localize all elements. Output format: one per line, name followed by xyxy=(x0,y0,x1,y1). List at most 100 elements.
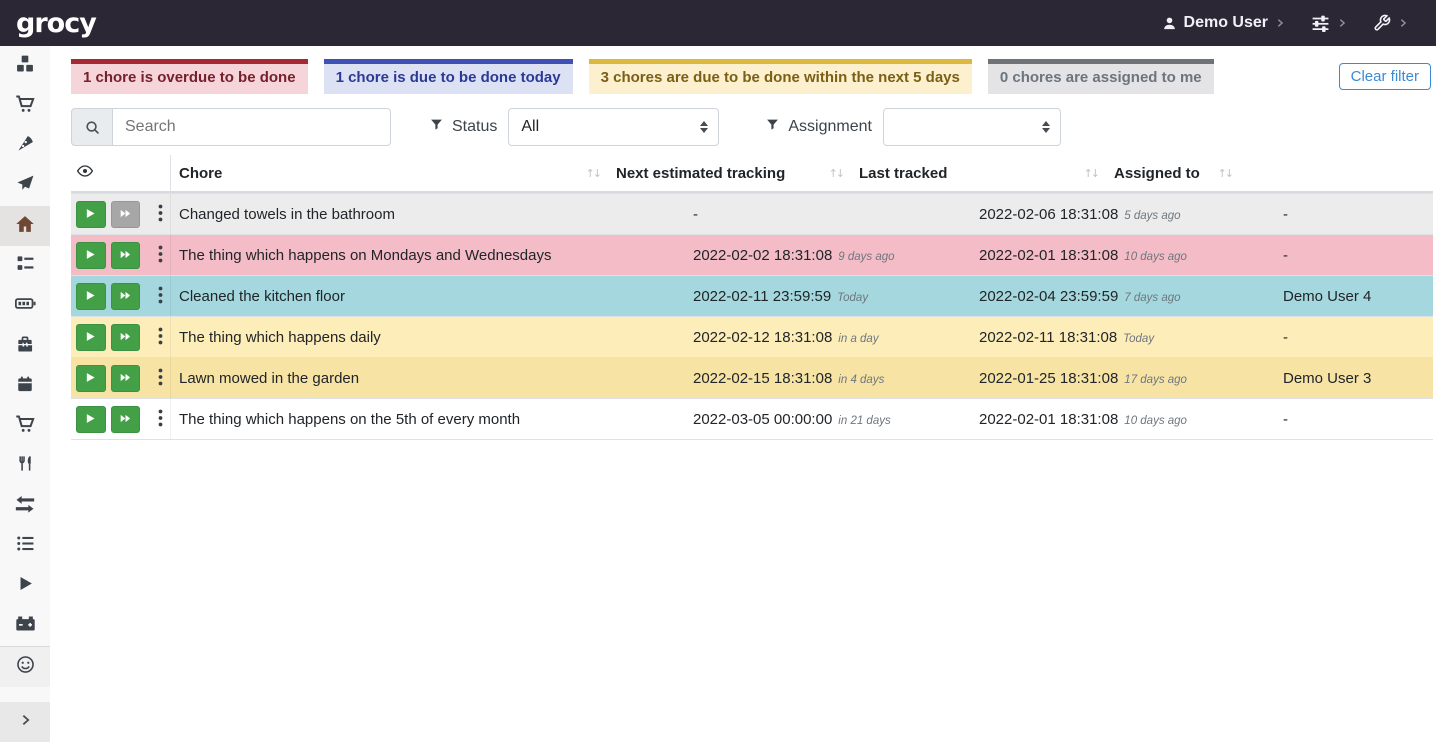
chevron-right-icon xyxy=(19,712,32,733)
track-chore-button[interactable] xyxy=(76,324,106,351)
list-icon xyxy=(16,534,35,558)
row-menu-button[interactable] xyxy=(152,324,168,351)
sidebar-item-chore-tracking[interactable] xyxy=(0,566,50,606)
last-tracked-relative: 17 days ago xyxy=(1124,374,1187,386)
calendar-icon xyxy=(16,375,34,398)
assigned-to-value: - xyxy=(1283,206,1288,223)
track-chore-button[interactable] xyxy=(76,406,106,433)
column-header-next-tracking[interactable]: Next estimated tracking↑↓ xyxy=(608,155,851,191)
last-tracked-relative: 7 days ago xyxy=(1124,292,1180,304)
settings-menu[interactable] xyxy=(1311,14,1347,33)
track-chore-button[interactable] xyxy=(76,242,106,269)
banner-overdue[interactable]: 1 chore is overdue to be done xyxy=(71,59,308,94)
sidebar-item-shopping-list[interactable] xyxy=(0,86,50,126)
sidebar-item-battery-tracking[interactable] xyxy=(0,606,50,646)
row-menu-button[interactable] xyxy=(152,201,168,228)
sidebar-item-transfer[interactable] xyxy=(0,486,50,526)
column-header-assigned-to[interactable]: Assigned to↑↓ xyxy=(1106,155,1240,191)
last-tracked-relative: 10 days ago xyxy=(1124,251,1187,263)
banner-due-soon[interactable]: 3 chores are due to be done within the n… xyxy=(589,59,972,94)
search-input[interactable] xyxy=(112,108,391,146)
row-menu-button[interactable] xyxy=(152,242,168,269)
ellipsis-vertical-icon xyxy=(158,368,163,389)
assigned-to-value: - xyxy=(1283,411,1288,428)
last-tracked-timestamp: 2022-02-01 18:31:08 xyxy=(979,247,1118,264)
sidebar-item-about[interactable] xyxy=(0,647,50,687)
sidebar-item-chores-overview[interactable] xyxy=(0,206,50,246)
track-chore-button[interactable] xyxy=(76,365,106,392)
status-select[interactable]: All xyxy=(508,108,719,146)
chevron-icon xyxy=(1398,16,1408,30)
play-icon xyxy=(85,207,96,222)
pizza-slice-icon xyxy=(16,134,35,158)
user-menu[interactable]: Demo User xyxy=(1162,14,1285,32)
last-tracked-relative: 5 days ago xyxy=(1124,210,1180,222)
play-icon xyxy=(17,575,34,597)
search-group xyxy=(71,108,391,146)
next-tracking-relative: in 21 days xyxy=(838,415,890,427)
row-menu-button[interactable] xyxy=(152,365,168,392)
skip-chore-button[interactable] xyxy=(111,242,141,269)
sidebar-item-stock-overview[interactable] xyxy=(0,46,50,86)
next-tracking-relative: in a day xyxy=(838,333,878,345)
column-header-chore[interactable]: Chore↑↓ xyxy=(171,155,608,191)
admin-menu[interactable] xyxy=(1373,14,1408,32)
status-banners: 1 chore is overdue to be done 1 chore is… xyxy=(71,59,1433,94)
assigned-to-value: - xyxy=(1283,247,1288,264)
skip-chore-button[interactable] xyxy=(111,201,141,228)
fast-forward-icon xyxy=(119,412,132,427)
last-tracked-timestamp: 2022-02-01 18:31:08 xyxy=(979,411,1118,428)
chevron-icon xyxy=(1275,16,1285,30)
ellipsis-vertical-icon xyxy=(158,409,163,430)
column-header-last-tracked[interactable]: Last tracked↑↓ xyxy=(851,155,1106,191)
search-icon xyxy=(71,108,112,146)
eye-icon xyxy=(77,163,93,183)
track-chore-button[interactable] xyxy=(76,283,106,310)
banner-assigned-to-me[interactable]: 0 chores are assigned to me xyxy=(988,59,1214,94)
ellipsis-vertical-icon xyxy=(158,327,163,348)
app-logo[interactable]: grocy xyxy=(16,8,96,39)
play-icon xyxy=(85,412,96,427)
fast-forward-icon xyxy=(119,330,132,345)
sidebar-item-batteries-overview[interactable] xyxy=(0,286,50,326)
sort-icon: ↑↓ xyxy=(823,167,843,180)
banner-due-today[interactable]: 1 chore is due to be done today xyxy=(324,59,573,94)
sidebar-item-recipes[interactable] xyxy=(0,126,50,166)
ellipsis-vertical-icon xyxy=(158,204,163,225)
table-row: The thing which happens on Mondays and W… xyxy=(71,234,1433,275)
sidebar-item-tasks[interactable] xyxy=(0,246,50,286)
wrench-icon xyxy=(1373,14,1391,32)
assignment-select[interactable] xyxy=(883,108,1061,146)
sidebar-item-calendar[interactable] xyxy=(0,366,50,406)
sidebar-item-consume[interactable] xyxy=(0,446,50,486)
home-icon xyxy=(15,214,35,239)
next-tracking-relative: 9 days ago xyxy=(838,251,894,263)
sidebar-spacer xyxy=(0,687,50,702)
shopping-cart-icon xyxy=(15,414,35,439)
sidebar-item-inventory[interactable] xyxy=(0,526,50,566)
assigned-to-value: Demo User 4 xyxy=(1283,288,1371,305)
chore-name: Lawn mowed in the garden xyxy=(179,370,359,387)
sidebar-item-meal-plan[interactable] xyxy=(0,166,50,206)
fast-forward-icon xyxy=(119,207,132,222)
sort-icon: ↑↓ xyxy=(1078,167,1098,180)
sidebar-item-purchase[interactable] xyxy=(0,406,50,446)
play-icon xyxy=(85,248,96,263)
main-content: Chores overview Journal 1 chore is overd… xyxy=(50,0,1436,440)
last-tracked-timestamp: 2022-02-04 23:59:59 xyxy=(979,288,1118,305)
track-chore-button[interactable] xyxy=(76,201,106,228)
assigned-to-value: Demo User 3 xyxy=(1283,370,1371,387)
column-visibility-toggle[interactable] xyxy=(71,155,171,191)
clear-filter-button[interactable]: Clear filter xyxy=(1339,63,1431,90)
table-row: The thing which happens on the 5th of ev… xyxy=(71,398,1433,439)
skip-chore-button[interactable] xyxy=(111,406,141,433)
skip-chore-button[interactable] xyxy=(111,365,141,392)
sidebar-item-equipment[interactable] xyxy=(0,326,50,366)
row-menu-button[interactable] xyxy=(152,283,168,310)
row-menu-button[interactable] xyxy=(152,406,168,433)
last-tracked-timestamp: 2022-02-11 18:31:08 xyxy=(979,329,1117,346)
skip-chore-button[interactable] xyxy=(111,283,141,310)
sidebar-expand-button[interactable] xyxy=(0,702,50,742)
skip-chore-button[interactable] xyxy=(111,324,141,351)
play-icon xyxy=(85,371,96,386)
